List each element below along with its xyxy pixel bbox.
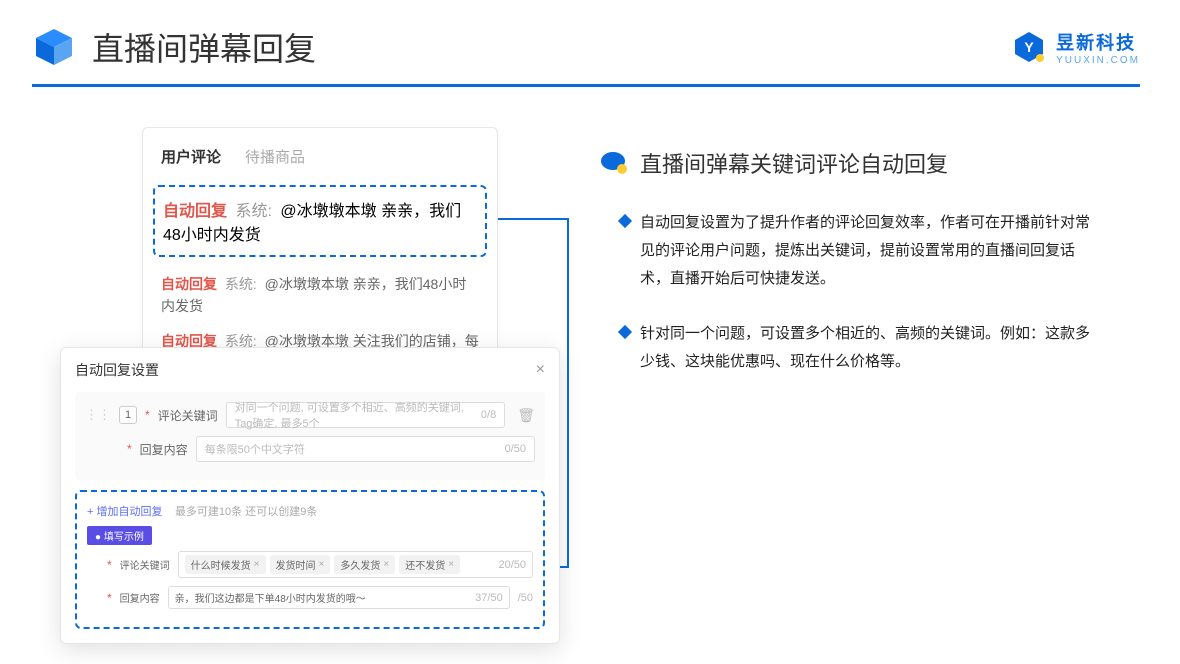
ex-content-label: 回复内容 [120,590,160,605]
page-title: 直播间弹幕回复 [92,24,316,70]
tag-remove-icon: × [383,559,389,570]
system-tag: 系统: [235,203,271,220]
ex-keyword-label: 评论关键词 [120,557,170,572]
keyword-label: 评论关键词 [158,407,218,424]
keyword-input[interactable]: 对同一个问题, 可设置多个相近、高频的关键词, Tag确定, 最多5个 0/8 [226,402,506,428]
content: 用户评论 待播商品 自动回复 系统: @冰墩墩本墩 亲亲，我们48小时内发货 自… [0,87,1180,422]
section-title: 直播间弹幕关键词评论自动回复 [640,147,948,179]
brand-cn: 昱新科技 [1056,29,1136,55]
hex-icon: Y [1012,30,1046,64]
tag-remove-icon: × [319,559,325,570]
content-row: * 回复内容 每条限50个中文字符 0/50 [85,436,535,462]
tag-chip[interactable]: 什么时候发货× [185,555,266,574]
example-badge: ● 填写示例 [87,526,152,545]
brand-logo: Y 昱新科技 YUUXIN.COM [1012,29,1140,66]
row-number: 1 [119,406,137,424]
page-header: 直播间弹幕回复 Y 昱新科技 YUUXIN.COM [0,0,1180,70]
close-icon[interactable]: × [536,361,545,379]
highlighted-comment: 自动回复 系统: @冰墩墩本墩 亲亲，我们48小时内发货 [153,185,487,257]
tag-remove-icon: × [254,559,260,570]
diamond-bullet-icon [618,325,632,339]
form-block: ⋮⋮ 1 * 评论关键词 对同一个问题, 可设置多个相近、高频的关键词, Tag… [75,392,545,480]
tab-user-comments[interactable]: 用户评论 [161,146,221,167]
left-column: 用户评论 待播商品 自动回复 系统: @冰墩墩本墩 亲亲，我们48小时内发货 自… [60,127,560,422]
header-left: 直播间弹幕回复 [32,24,316,70]
bullet-item: 针对同一个问题，可设置多个相近的、高频的关键词。例如：这款多少钱、这块能优惠吗、… [600,320,1140,376]
tag-remove-icon: × [448,559,454,570]
add-auto-reply-link[interactable]: + 增加自动回复 [87,506,162,518]
panel-header: 自动回复设置 × [75,360,545,380]
ex-keyword-input[interactable]: 什么时候发货× 发货时间× 多久发货× 还不发货× 20/50 [178,551,533,578]
example-content-row: * 回复内容 亲，我们这边都是下单48小时内发货的哦～ 37/50 /50 [87,586,533,609]
keyword-row: ⋮⋮ 1 * 评论关键词 对同一个问题, 可设置多个相近、高频的关键词, Tag… [85,402,535,428]
content-placeholder: 每条限50个中文字符 [205,441,305,457]
ex-content-text: 亲，我们这边都是下单48小时内发货的哦～ [175,590,366,605]
keyword-count: 0/8 [481,409,496,421]
ex-content-input[interactable]: 亲，我们这边都是下单48小时内发货的哦～ 37/50 [168,586,510,609]
cube-icon [32,25,76,69]
tab-pending-goods[interactable]: 待播商品 [245,146,305,167]
system-tag: 系统: [225,276,257,292]
required-dot: * [107,558,112,572]
settings-panel: 自动回复设置 × ⋮⋮ 1 * 评论关键词 对同一个问题, 可设置多个相近、高频… [60,347,560,644]
tag-chip[interactable]: 多久发货× [334,555,395,574]
auto-reply-tag: 自动回复 [163,203,227,220]
auto-reply-tag: 自动回复 [161,276,217,292]
section-head: 直播间弹幕关键词评论自动回复 [600,147,1140,179]
add-note: 最多可建10条 还可以创建9条 [175,506,317,518]
brand-en: YUUXIN.COM [1056,55,1140,66]
bullet-text: 自动回复设置为了提升作者的评论回复效率，作者可在开播前针对常见的评论用户问题，提… [640,209,1100,292]
tag-chip[interactable]: 还不发货× [399,555,460,574]
content-input[interactable]: 每条限50个中文字符 0/50 [196,436,535,462]
ex-kw-count: 20/50 [498,559,526,571]
required-dot: * [107,591,112,605]
bullet-text: 针对同一个问题，可设置多个相近的、高频的关键词。例如：这款多少钱、这块能优惠吗、… [640,320,1100,376]
add-row: + 增加自动回复 最多可建10条 还可以创建9条 [87,502,533,520]
content-label: 回复内容 [140,441,188,458]
required-dot: * [145,408,150,422]
tabs: 用户评论 待播商品 [143,146,497,181]
outer-count: /50 [518,592,533,604]
drag-handle-icon[interactable]: ⋮⋮ [85,407,111,423]
diamond-bullet-icon [618,214,632,228]
keyword-placeholder: 对同一个问题, 可设置多个相近、高频的关键词, Tag确定, 最多5个 [235,399,481,431]
content-count: 0/50 [505,443,526,455]
chat-bubble-icon [600,151,628,175]
comment-line: 自动回复 系统: @冰墩墩本墩 亲亲，我们48小时内发货 [143,267,497,324]
trash-icon[interactable]: 🗑 [517,407,535,424]
panel-title: 自动回复设置 [75,360,159,380]
example-keyword-row: * 评论关键词 什么时候发货× 发货时间× 多久发货× 还不发货× 20/50 [87,551,533,578]
right-column: 直播间弹幕关键词评论自动回复 自动回复设置为了提升作者的评论回复效率，作者可在开… [600,127,1140,422]
bullet-item: 自动回复设置为了提升作者的评论回复效率，作者可在开播前针对常见的评论用户问题，提… [600,209,1140,292]
ex-content-count: 37/50 [475,592,503,604]
required-dot: * [127,442,132,456]
example-box: + 增加自动回复 最多可建10条 还可以创建9条 ● 填写示例 * 评论关键词 … [75,490,545,629]
svg-text:Y: Y [1024,39,1034,55]
brand-text: 昱新科技 YUUXIN.COM [1056,29,1140,66]
tag-chip[interactable]: 发货时间× [270,555,331,574]
